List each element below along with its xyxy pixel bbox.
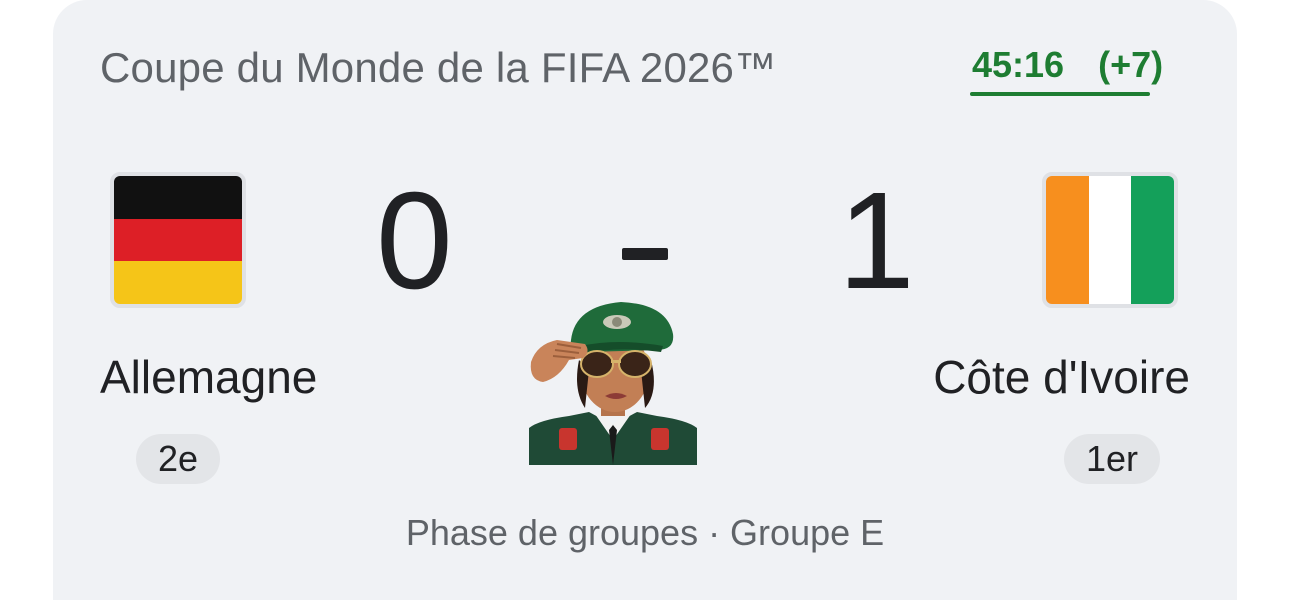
score-separator (622, 248, 668, 260)
flag-stripe-orange (1046, 176, 1089, 304)
home-score: 0 (376, 164, 453, 318)
competition-title[interactable]: Coupe du Monde de la FIFA 2026™ (100, 44, 776, 92)
flag-stripe-white (1088, 176, 1132, 304)
away-team-name[interactable]: Côte d'Ivoire (933, 350, 1190, 404)
ivory-coast-flag-icon[interactable] (1042, 172, 1178, 308)
away-score: 1 (838, 164, 915, 318)
flag-stripe-black (114, 176, 242, 219)
match-time: 45:16 (972, 44, 1065, 85)
live-match-clock[interactable]: 45:16 (+7) (972, 44, 1163, 86)
away-group-rank-badge: 1er (1064, 434, 1161, 484)
match-phase: Phase de groupes · Groupe E (405, 512, 885, 553)
flag-stripe-gold (114, 261, 242, 304)
home-group-rank-badge: 2e (136, 434, 221, 484)
live-indicator-underline (970, 92, 1150, 96)
added-time: (+7) (1098, 44, 1164, 85)
flag-stripe-red (114, 218, 242, 262)
home-team-name[interactable]: Allemagne (100, 350, 317, 404)
germany-flag-icon[interactable] (110, 172, 246, 308)
saluting-officer-sticker (529, 302, 697, 465)
flag-stripe-green (1131, 176, 1174, 304)
